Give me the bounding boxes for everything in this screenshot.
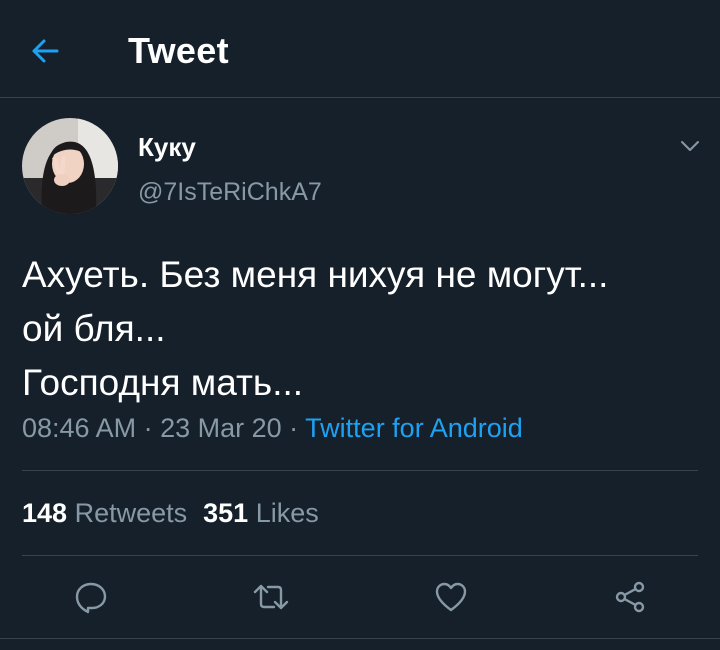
tweet-stats: 148 Retweets 351 Likes [22,498,319,529]
meta-separator: · [281,413,306,443]
tweet-menu-button[interactable] [674,132,706,160]
avatar-photo [22,118,118,214]
share-icon [615,581,645,613]
username-handle[interactable]: @7IsTeRiChkA7 [138,178,322,207]
retweets-label: Retweets [74,498,188,528]
likes-label: Likes [255,498,319,528]
like-button[interactable] [429,575,473,619]
meta-separator: · [136,413,161,443]
share-button[interactable] [608,575,652,619]
tweet-text-line: Господня мать... [22,362,304,403]
reply-button[interactable] [69,575,113,619]
divider [22,470,698,471]
tweet-text-line: Ахуеть. Без меня нихуя не могут... [22,254,609,295]
divider [22,555,698,556]
retweets-stat[interactable]: 148 Retweets [22,498,187,528]
arrow-left-icon [32,39,59,63]
like-icon [435,582,467,612]
tweet-detail-screen: Tweet Куку @7IsTeRiChkA7 Ахуеть. Без мен… [0,0,720,650]
retweet-icon [253,584,289,610]
chevron-down-icon [681,141,699,151]
reply-icon [75,582,107,614]
retweet-button[interactable] [249,575,293,619]
tweet-text-line: ой бля... [22,308,166,349]
retweets-count: 148 [22,498,68,528]
tweet-time: 08:46 AM [22,413,137,443]
top-bar: Tweet [0,0,720,98]
page-title: Tweet [128,30,229,71]
likes-count: 351 [203,498,249,528]
back-button[interactable] [22,28,68,74]
likes-stat[interactable]: 351 Likes [203,498,319,528]
tweet-source-link[interactable]: Twitter for Android [305,413,523,443]
tweet-meta: 08:46 AM · 23 Mar 20 · Twitter for Andro… [22,413,523,444]
divider [0,638,720,639]
tweet-text: Ахуеть. Без меня нихуя не могут... ой бл… [22,248,702,410]
tweet-date: 23 Mar 20 [160,413,282,443]
avatar[interactable] [22,118,118,214]
display-name[interactable]: Куку [138,132,196,163]
